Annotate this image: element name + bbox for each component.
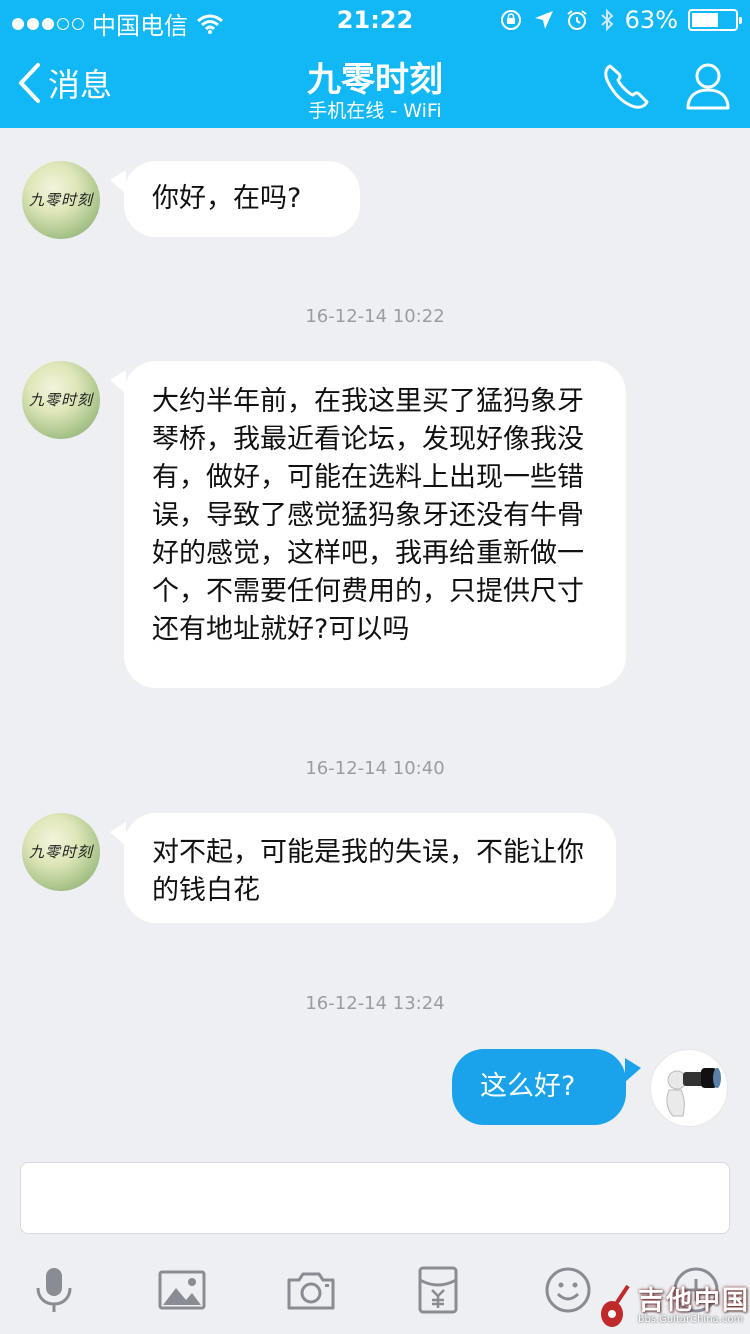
header: 中国电信 21:22 63% 消息 九零时刻 手机在线 - WiFi <box>0 0 750 128</box>
emoji-icon[interactable] <box>540 1262 596 1318</box>
message-timestamp: 16-12-14 13:24 <box>305 993 445 1014</box>
status-bar: 中国电信 21:22 63% <box>0 0 750 40</box>
site-watermark: 吉他中国 bbs.GuitarChina.com <box>598 1280 750 1334</box>
bluetooth-icon <box>600 8 614 32</box>
guitar-logo-icon <box>601 1284 630 1327</box>
alarm-icon <box>567 10 587 30</box>
red-packet-icon[interactable] <box>410 1262 466 1318</box>
image-icon[interactable] <box>154 1262 210 1318</box>
message-timestamp: 16-12-14 10:22 <box>305 306 445 327</box>
message-bubble[interactable]: 对不起，可能是我的失误，不能让你的钱白花 <box>124 813 616 923</box>
battery-percent: 63% <box>624 6 678 34</box>
nav-bar: 消息 九零时刻 手机在线 - WiFi <box>0 40 750 128</box>
contact-avatar[interactable]: 九零时刻 <box>22 161 100 239</box>
camera-icon[interactable] <box>283 1262 339 1318</box>
watermark-url: bbs.GuitarChina.com <box>638 1314 744 1325</box>
bubble-tail <box>625 1058 641 1082</box>
message-bubble[interactable]: 你好，在吗? <box>124 161 360 237</box>
message-timestamp: 16-12-14 10:40 <box>305 758 445 779</box>
contact-avatar[interactable]: 九零时刻 <box>22 813 100 891</box>
rotation-lock-icon <box>500 10 521 30</box>
message-bubble-outgoing[interactable]: 这么好? <box>452 1049 626 1125</box>
binoculars-figure-icon <box>666 1068 721 1117</box>
phone-icon[interactable] <box>598 58 654 114</box>
user-profile-icon[interactable] <box>680 58 736 114</box>
battery-icon <box>688 9 742 31</box>
message-input[interactable] <box>20 1162 730 1234</box>
microphone-icon[interactable] <box>26 1262 82 1318</box>
message-bubble[interactable]: 大约半年前，在我这里买了猛犸象牙琴桥，我最近看论坛，发现好像我没有，做好，可能在… <box>124 361 626 688</box>
my-avatar[interactable] <box>650 1049 728 1127</box>
contact-avatar[interactable]: 九零时刻 <box>22 361 100 439</box>
watermark-title: 吉他中国 <box>638 1286 750 1316</box>
location-icon <box>534 11 553 29</box>
